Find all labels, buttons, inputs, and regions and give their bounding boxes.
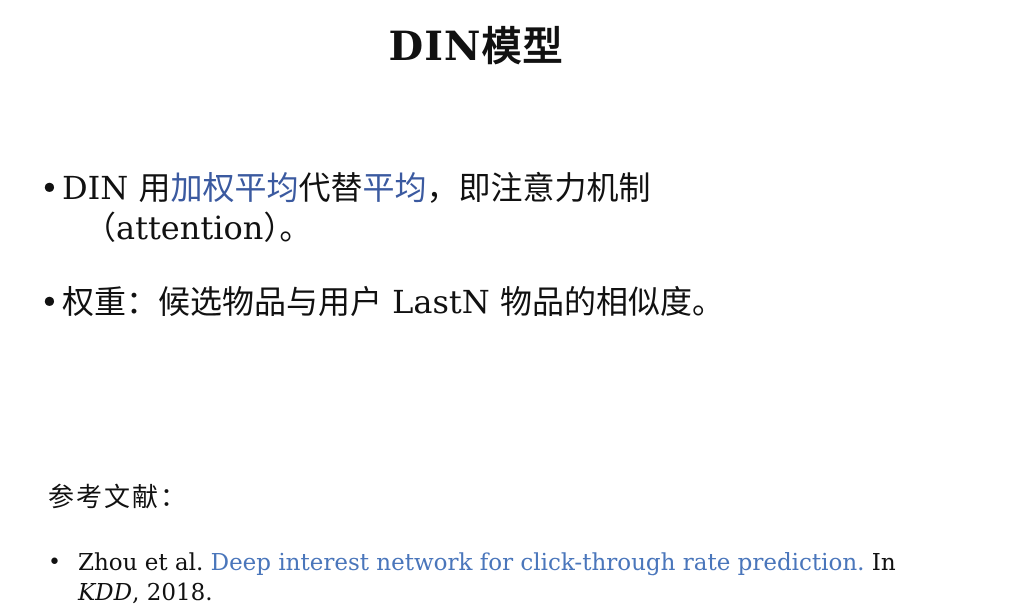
bullet-dot: • [40, 283, 59, 321]
references-heading: 参考文献： [48, 483, 189, 513]
bullet-list: • DIN 用加权平均代替平均，即注意力机制 （attention）。 • 权重… [38, 168, 968, 322]
reference-authors: Zhou et al. [78, 550, 211, 576]
bullet-dot: • [40, 169, 59, 207]
bullet-text-attention-mechanism: ，即注意力机制 [426, 169, 651, 207]
reference-venue: KDD [78, 580, 133, 606]
reference-title-link[interactable]: Deep interest network for click-through … [211, 550, 865, 576]
reference-item: • Zhou et al. Deep interest network for … [48, 548, 938, 608]
bullet-text-din-use: DIN 用 [62, 169, 171, 207]
highlight-average: 平均 [362, 169, 427, 207]
bullet-text-replace: 代替 [298, 169, 363, 207]
slide-title: DIN模型 [388, 23, 564, 70]
reference-in: In [864, 550, 896, 576]
bullet-din-weighted-average: • DIN 用加权平均代替平均，即注意力机制 （attention）。 [38, 168, 968, 248]
highlight-weighted-average: 加权平均 [170, 169, 299, 207]
bullet-text-attention: （attention）。 [84, 209, 312, 247]
reference-dot: • [48, 550, 61, 575]
reference-year: , 2018. [132, 580, 213, 606]
bullet-weights: • 权重：候选物品与用户 LastN 物品的相似度。 [38, 282, 968, 322]
bullet-text-weights: 权重：候选物品与用户 LastN 物品的相似度。 [62, 283, 724, 321]
